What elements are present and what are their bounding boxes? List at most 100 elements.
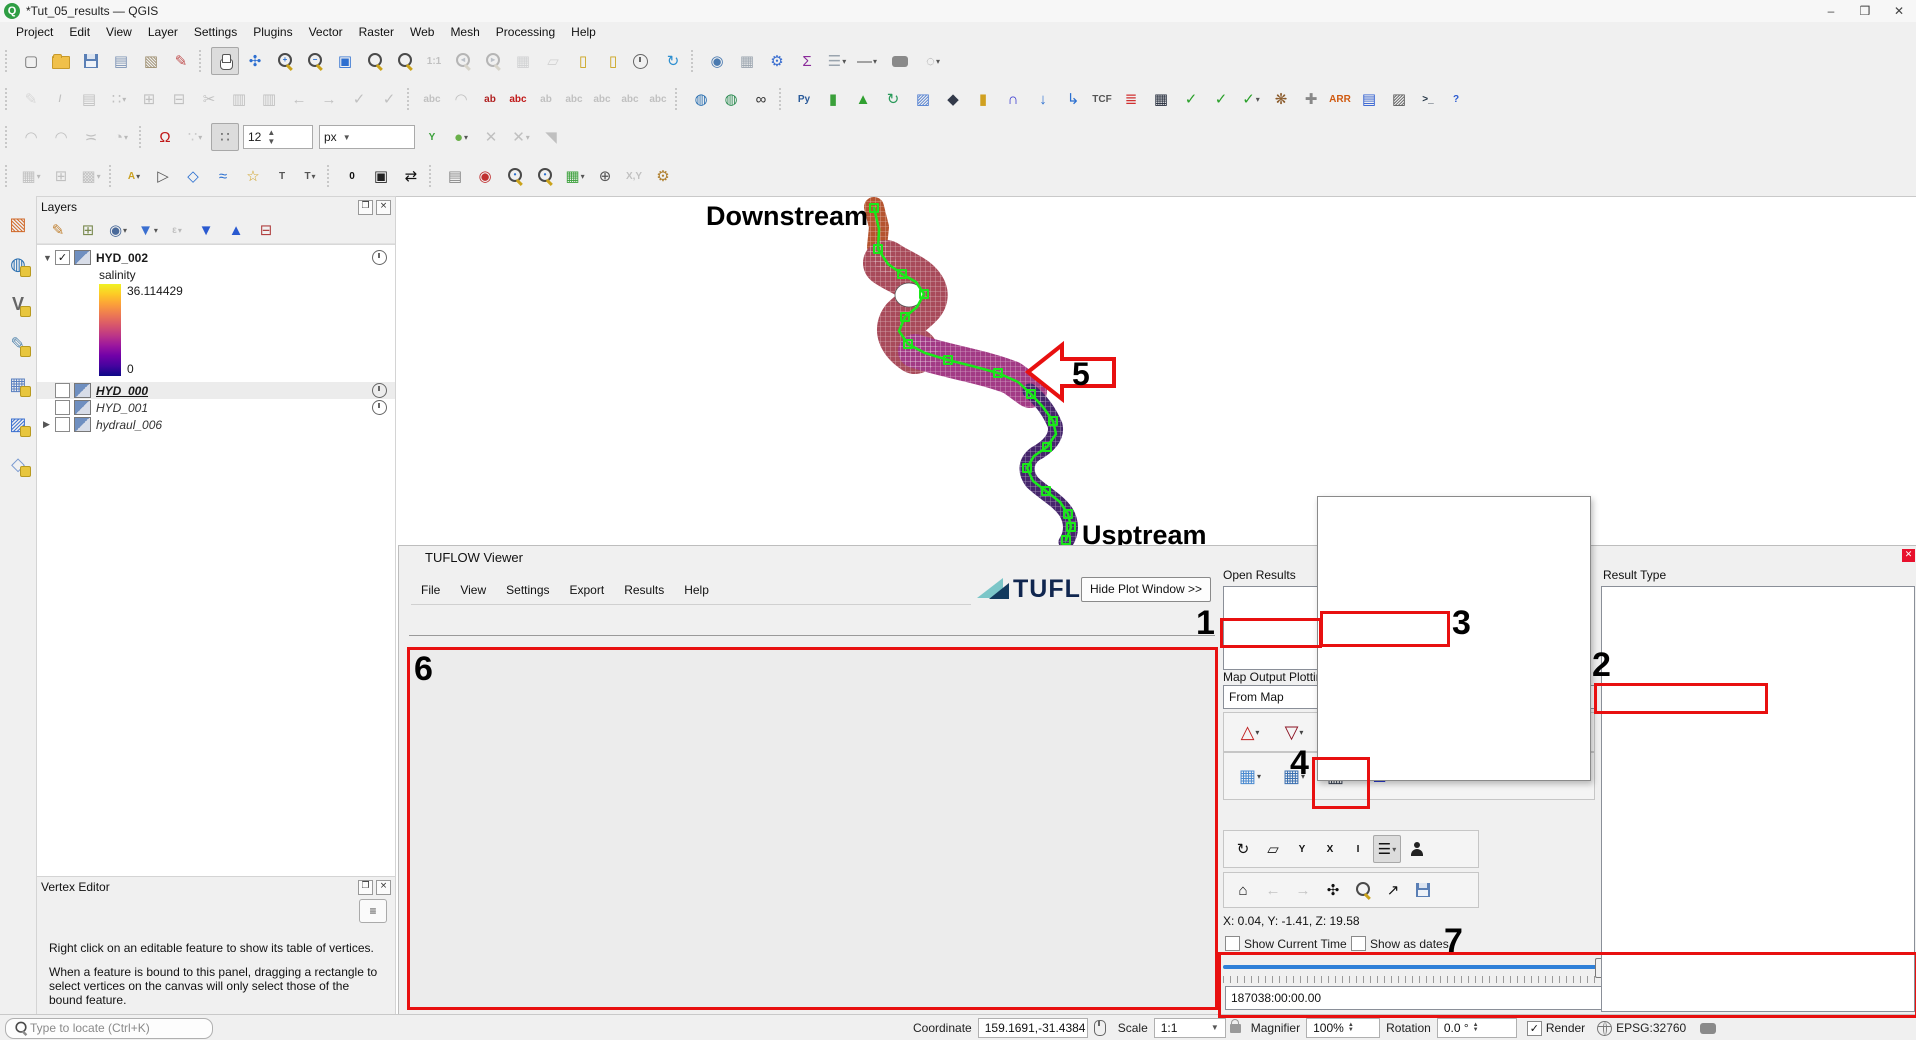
menu-view[interactable]: View (98, 23, 140, 41)
layer-checkbox[interactable]: ✓ (55, 250, 70, 265)
new-gpx-layer-icon[interactable]: ✎ (3, 329, 33, 359)
pin-zero-icon[interactable]: 0 (339, 162, 365, 190)
rotation-spin[interactable]: 0.0 °▲▼ (1437, 1018, 1517, 1038)
temporal-controller-icon[interactable] (629, 47, 657, 75)
open-project-icon[interactable] (47, 47, 75, 75)
new-geopackage-layer-icon[interactable]: ◍ (3, 249, 33, 279)
export-plot-icon[interactable]: ▱ (1259, 835, 1287, 863)
show-bookmarks-icon[interactable]: ▯ (599, 47, 627, 75)
plot-pan-icon[interactable]: ✣ (1319, 876, 1347, 904)
cursor-tracking-icon[interactable] (1403, 835, 1431, 863)
tuflow-terminal-icon[interactable]: >_ (1415, 85, 1441, 113)
magnifier-spin[interactable]: 100%▲▼ (1306, 1018, 1380, 1038)
layer-item-hyd002[interactable]: ▼ ✓ HYD_002 (37, 249, 395, 266)
tuflow-menu-help[interactable]: Help (676, 580, 717, 600)
new-shapefile-layer-icon[interactable]: V (3, 289, 33, 319)
minimize-button[interactable]: – (1814, 0, 1848, 22)
menu-project[interactable]: Project (8, 23, 61, 41)
timeseries-plot-button-button[interactable]: △▾ (1234, 716, 1266, 748)
save-project-as-icon[interactable]: ▤ (107, 47, 135, 75)
statistics-sum-icon[interactable]: Σ (793, 47, 821, 75)
plot-zoom-icon[interactable] (1349, 876, 1377, 904)
locate-search-box[interactable]: Type to locate (Ctrl+K) (5, 1018, 213, 1039)
menu-raster[interactable]: Raster (351, 23, 402, 41)
identify-features-icon[interactable]: ◉ (703, 47, 731, 75)
layer-item-hyd000[interactable]: HYD_000 (37, 382, 395, 399)
tuflow-import-into-icon[interactable]: ↳ (1059, 85, 1087, 113)
show-as-dates-checkbox[interactable] (1351, 936, 1366, 951)
processing-toolbox-icon[interactable]: ⚙ (763, 47, 791, 75)
measure-line-icon[interactable]: ―▾ (853, 47, 881, 75)
freeze-x-axis-icon[interactable]: X (1317, 835, 1343, 863)
mesh-box-green-icon[interactable]: ▦▾ (561, 162, 589, 190)
tuflow-blue-map-icon[interactable]: ▨ (909, 85, 937, 113)
layout-manager-icon[interactable]: ☰▾ (823, 47, 851, 75)
plot-home-icon[interactable]: ⌂ (1229, 876, 1257, 904)
tuflow-check-1-icon[interactable]: ✓ (1177, 85, 1205, 113)
refresh-plot-icon[interactable]: ↻ (1229, 835, 1257, 863)
tuflow-help-icon[interactable]: ? (1443, 85, 1469, 113)
map-tips-icon[interactable] (883, 47, 917, 75)
new-mesh-layer-icon[interactable]: ▦ (3, 369, 33, 399)
new-spatial-bookmark-icon[interactable]: ▯ (569, 47, 597, 75)
python-console-icon[interactable]: Py (791, 85, 817, 113)
pan-map-icon[interactable] (211, 47, 239, 75)
tuflow-menu-settings[interactable]: Settings (498, 580, 557, 600)
tuflow-clip-icon[interactable]: ✚ (1297, 85, 1325, 113)
layer-checkbox[interactable] (55, 400, 70, 415)
close-panel-icon[interactable]: × (376, 880, 391, 895)
zoom-out-icon[interactable]: − (301, 47, 329, 75)
add-group-icon[interactable]: ⊞ (74, 216, 102, 244)
menu-edit[interactable]: Edit (61, 23, 98, 41)
show-as-dates-option[interactable]: Show as dates (1351, 936, 1449, 951)
save-project-icon[interactable] (77, 47, 105, 75)
show-current-time-option[interactable]: Show Current Time (1225, 936, 1347, 951)
globe-wire-icon[interactable]: ⊕ (591, 162, 619, 190)
add-text-icon[interactable]: T (269, 162, 295, 190)
mouse-position-icon[interactable] (1094, 1020, 1106, 1036)
freeze-y-axis-icon[interactable]: Y (1289, 835, 1315, 863)
zoom-dots-icon[interactable]: • (531, 162, 559, 190)
menu-processing[interactable]: Processing (488, 23, 563, 41)
tuflow-shield-icon[interactable]: ◆ (939, 85, 967, 113)
tuflow-tcf-icon[interactable]: TCF (1089, 85, 1115, 113)
statistical-summary-icon[interactable]: ▦ (733, 47, 761, 75)
add-line-icon[interactable]: ≈ (209, 162, 237, 190)
tuflow-arr-icon[interactable]: ARR (1327, 85, 1353, 113)
snapping-magnet-icon[interactable]: Ω (151, 123, 179, 151)
menu-mesh[interactable]: Mesh (442, 23, 487, 41)
tuflow-menu-export[interactable]: Export (562, 580, 613, 600)
epsg-value[interactable]: EPSG:32760 (1616, 1021, 1686, 1035)
text-box-icon[interactable]: T▾ (297, 162, 323, 190)
menu-help[interactable]: Help (563, 23, 604, 41)
expand-icon[interactable]: ▼ (43, 253, 55, 263)
zoom-dot-icon[interactable]: • (501, 162, 529, 190)
metasearch-globe-icon[interactable]: ◍ (687, 85, 715, 113)
coordinate-value[interactable]: 159.1691,-31.4384 (978, 1018, 1088, 1038)
legend-menu-icon[interactable]: ☰▾ (1373, 835, 1401, 863)
tuflow-green-refresh-icon[interactable]: ↻ (879, 85, 907, 113)
copy-style-icon[interactable]: ▤ (441, 162, 469, 190)
pushpin-map-icon[interactable]: ◉ (471, 162, 499, 190)
menu-layer[interactable]: Layer (140, 23, 186, 41)
geonode-globe-icon[interactable]: ◍ (717, 85, 745, 113)
tuflow-menu-view[interactable]: View (452, 580, 494, 600)
tuflow-arch-icon[interactable]: ∩ (999, 85, 1027, 113)
advanced-branch-icon[interactable]: Y (419, 123, 445, 151)
tuflow-yellow-box-icon[interactable]: ▮ (969, 85, 997, 113)
pan-to-selection-icon[interactable]: ✣ (241, 47, 269, 75)
remove-layer-icon[interactable]: ⊟ (252, 216, 280, 244)
layer-checkbox[interactable] (55, 417, 70, 432)
new-grid-layer-icon[interactable]: ▨ (3, 409, 33, 439)
zoom-to-selection-icon[interactable] (361, 47, 389, 75)
new-project-icon[interactable]: ▢ (17, 47, 45, 75)
menu-web[interactable]: Web (402, 23, 442, 41)
wrench-tool-icon[interactable]: ⚙ (649, 162, 677, 190)
tuflow-grid-dark-icon[interactable]: ▦ (1147, 85, 1175, 113)
dot-grid-icon[interactable]: ∷ (211, 123, 239, 151)
tuflow-hatch-icon[interactable]: ▨ (1385, 85, 1413, 113)
data-source-manager-icon[interactable]: ▧ (3, 209, 33, 239)
zoom-in-icon[interactable]: + (271, 47, 299, 75)
menu-vector[interactable]: Vector (301, 23, 351, 41)
expand-all-icon[interactable]: ▼ (192, 216, 220, 244)
